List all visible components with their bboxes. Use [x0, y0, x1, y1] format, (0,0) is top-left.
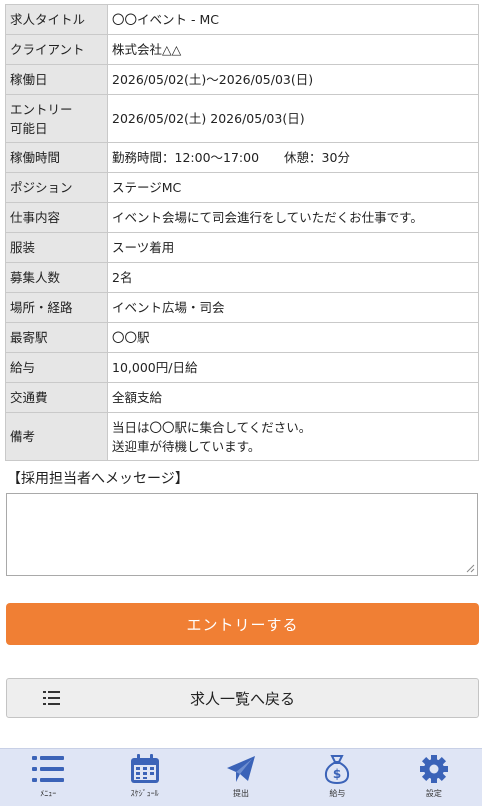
nav-label: 提出	[233, 789, 250, 798]
detail-row-station: 最寄駅 〇〇駅	[5, 322, 479, 353]
nav-label: 設定	[425, 789, 442, 798]
nav-item-schedule[interactable]: ｽｹｼﾞｭｰﾙ	[96, 749, 192, 806]
detail-row-job-content: 仕事内容 イベント会場にて司会進行をしていただくお仕事です。	[5, 202, 479, 233]
detail-value: 2026/05/02(土)〜2026/05/03(日)	[107, 64, 479, 95]
bottom-nav: ﾒﾆｭｰ ｽｹｼﾞｭｰﾙ 提出 $ 給与 設定	[0, 748, 482, 806]
svg-text:$: $	[333, 767, 341, 781]
detail-value: 当日は〇〇駅に集合してください。 送迎車が待機しています。	[107, 412, 479, 461]
detail-value: 株式会社△△	[107, 34, 479, 65]
detail-row-client: クライアント 株式会社△△	[5, 34, 479, 65]
detail-label: エントリー 可能日	[5, 94, 108, 143]
detail-value: 2026/05/02(土) 2026/05/03(日)	[107, 94, 479, 143]
message-textarea[interactable]	[6, 493, 478, 576]
detail-value: 〇〇駅	[107, 322, 479, 353]
nav-label: ｽｹｼﾞｭｰﾙ	[130, 789, 159, 798]
detail-label: 給与	[5, 352, 108, 383]
gear-icon	[419, 755, 448, 783]
back-button-label: 求人一覧へ戻る	[189, 689, 295, 708]
detail-row-entry-dates: エントリー 可能日 2026/05/02(土) 2026/05/03(日)	[5, 94, 479, 143]
detail-label: 募集人数	[5, 262, 108, 293]
back-to-list-button[interactable]: 求人一覧へ戻る	[6, 678, 479, 718]
detail-label: 備考	[5, 412, 108, 461]
resize-grip-icon[interactable]	[466, 564, 475, 573]
detail-value: スーツ着用	[107, 232, 479, 263]
detail-row-position: ポジション ステージMC	[5, 172, 479, 203]
detail-label: 稼働時間	[5, 142, 108, 173]
nav-item-salary[interactable]: $ 給与	[289, 749, 385, 806]
money-bag-icon: $	[325, 755, 350, 784]
detail-value: ステージMC	[107, 172, 479, 203]
nav-item-settings[interactable]: 設定	[386, 749, 482, 806]
detail-row-title: 求人タイトル 〇〇イベント - MC	[5, 4, 479, 35]
detail-label: 服装	[5, 232, 108, 263]
detail-value: イベント広場・司会	[107, 292, 479, 323]
detail-value: 全額支給	[107, 382, 479, 413]
detail-label: クライアント	[5, 34, 108, 65]
detail-row-work-dates: 稼働日 2026/05/02(土)〜2026/05/03(日)	[5, 64, 479, 95]
message-label: 【採用担当者へメッセージ】	[7, 471, 189, 487]
job-detail-table: 求人タイトル 〇〇イベント - MC クライアント 株式会社△△ 稼働日 202…	[5, 4, 479, 461]
nav-label: 給与	[329, 789, 346, 798]
detail-value: 10,000円/日給	[107, 352, 479, 383]
detail-label: 最寄駅	[5, 322, 108, 353]
nav-label: ﾒﾆｭｰ	[40, 789, 57, 798]
nav-item-submit[interactable]: 提出	[193, 749, 289, 806]
calendar-icon	[130, 754, 159, 783]
detail-row-hours: 稼働時間 勤務時間：12:00〜17:00 休憩：30分	[5, 142, 479, 173]
detail-row-transport: 交通費 全額支給	[5, 382, 479, 413]
detail-label: 仕事内容	[5, 202, 108, 233]
detail-label: ポジション	[5, 172, 108, 203]
detail-label: 交通費	[5, 382, 108, 413]
detail-value: 2名	[107, 262, 479, 293]
detail-row-notes: 備考 当日は〇〇駅に集合してください。 送迎車が待機しています。	[5, 412, 479, 461]
detail-value: 〇〇イベント - MC	[107, 4, 479, 35]
detail-row-headcount: 募集人数 2名	[5, 262, 479, 293]
nav-item-menu[interactable]: ﾒﾆｭｰ	[0, 749, 96, 806]
detail-row-location: 場所・経路 イベント広場・司会	[5, 292, 479, 323]
detail-label: 稼働日	[5, 64, 108, 95]
entry-button[interactable]: エントリーする	[6, 603, 479, 645]
send-icon	[227, 756, 256, 782]
menu-icon	[32, 756, 65, 782]
detail-value: 勤務時間：12:00〜17:00 休憩：30分	[107, 142, 479, 173]
list-icon	[43, 691, 60, 705]
detail-row-salary: 給与 10,000円/日給	[5, 352, 479, 383]
detail-row-dress: 服装 スーツ着用	[5, 232, 479, 263]
detail-label: 場所・経路	[5, 292, 108, 323]
detail-label: 求人タイトル	[5, 4, 108, 35]
detail-value: イベント会場にて司会進行をしていただくお仕事です。	[107, 202, 479, 233]
